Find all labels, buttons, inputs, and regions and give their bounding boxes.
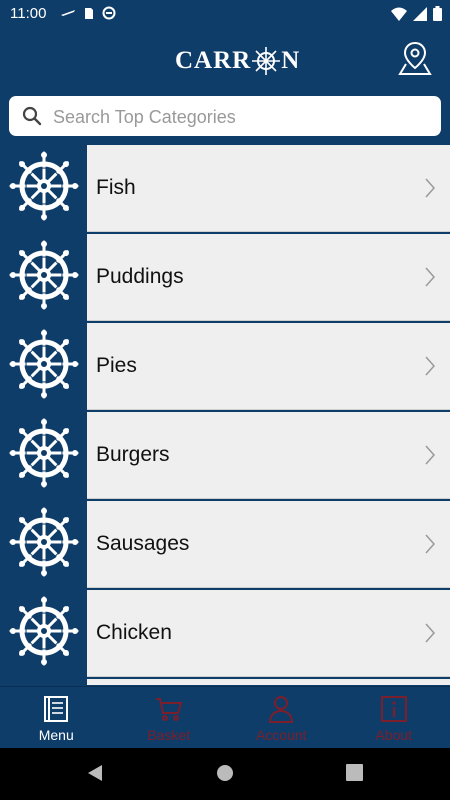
tab-menu[interactable]: Menu: [0, 687, 113, 749]
category-label: Chicken: [96, 621, 172, 644]
tab-about-label: About: [375, 727, 413, 743]
category-row-sausages[interactable]: Sausages: [0, 501, 450, 588]
category-thumbnail: [0, 145, 87, 232]
ships-wheel-icon: [8, 506, 80, 583]
category-row-burgers[interactable]: Burgers: [0, 412, 450, 499]
category-label: Pies: [96, 354, 137, 377]
recents-icon[interactable]: [346, 764, 363, 781]
category-thumbnail: [0, 679, 87, 685]
location-pin-icon: [398, 41, 432, 75]
chevron-right-icon: [424, 266, 436, 293]
home-icon[interactable]: [216, 764, 234, 782]
chevron-right-icon: [424, 622, 436, 649]
tab-menu-label: Menu: [38, 727, 74, 743]
category-thumbnail: [0, 412, 87, 499]
ships-wheel-icon: [8, 328, 80, 405]
carron-logo: CARR N: [175, 46, 300, 76]
system-navigation-bar: [0, 748, 450, 800]
chevron-right-icon: [424, 533, 436, 560]
chevron-right-icon: [424, 355, 436, 382]
search-bar: [9, 96, 441, 138]
signal-icon: [413, 6, 427, 21]
ships-wheel-logo-icon: [252, 47, 281, 75]
category-label: Sausages: [96, 532, 190, 555]
at-sign-icon: [102, 6, 116, 20]
category-thumbnail: [0, 234, 87, 321]
info-icon: [380, 696, 407, 722]
category-label: Puddings: [96, 265, 184, 288]
status-bar: 11:00: [0, 0, 450, 28]
category-label: Burgers: [96, 443, 170, 466]
logo-text-right: N: [281, 47, 301, 74]
ships-wheel-icon: [8, 417, 80, 494]
status-time: 11:00: [10, 5, 47, 22]
tab-basket-label: Basket: [147, 727, 191, 743]
ships-wheel-icon: [8, 150, 80, 227]
book-icon: [44, 696, 69, 722]
category-thumbnail: [0, 501, 87, 588]
status-system-icons: [391, 6, 442, 21]
battery-icon: [433, 6, 442, 21]
category-label: Fish: [96, 176, 136, 199]
person-icon: [269, 696, 294, 723]
tab-basket[interactable]: Basket: [113, 687, 226, 749]
chevron-right-icon: [424, 177, 436, 204]
category-thumbnail: [0, 323, 87, 410]
search-input[interactable]: [51, 96, 435, 138]
back-icon[interactable]: [86, 764, 104, 782]
chevron-right-icon: [424, 444, 436, 471]
cart-icon: [155, 698, 183, 721]
tab-account[interactable]: Account: [225, 687, 338, 749]
category-row-fish[interactable]: Fish: [0, 145, 450, 232]
store-location-button[interactable]: [398, 40, 432, 76]
ships-wheel-icon: [8, 595, 80, 672]
wifi-icon: [391, 7, 407, 21]
category-thumbnail: [0, 590, 87, 677]
sim-card-icon: [85, 7, 93, 19]
app-header: CARR N: [0, 28, 450, 94]
category-row-puddings[interactable]: Puddings: [0, 234, 450, 321]
airplane-notification-icon: [61, 10, 75, 16]
search-icon: [22, 106, 42, 126]
category-row-chicken[interactable]: Chicken: [0, 590, 450, 677]
tab-about[interactable]: About: [338, 687, 450, 749]
category-list: Fish Puddings Pies Burgers Sausages Chic…: [0, 145, 450, 685]
category-row-pies[interactable]: Pies: [0, 323, 450, 410]
tab-account-label: Account: [255, 727, 307, 743]
ships-wheel-icon: [8, 239, 80, 316]
logo-text-left: CARR: [175, 47, 252, 74]
status-notification-icons: [60, 6, 116, 20]
bottom-tab-bar: Menu Basket Account About: [0, 686, 450, 749]
category-row-partial[interactable]: [0, 679, 450, 685]
